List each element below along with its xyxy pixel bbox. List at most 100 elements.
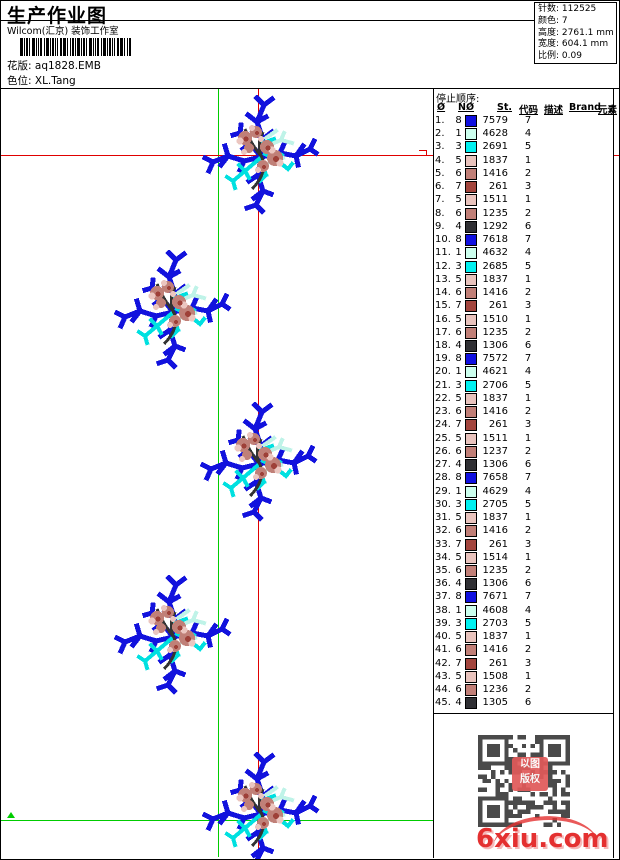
thread-color-swatch: [465, 644, 477, 657]
row-stitches: 1306: [482, 578, 508, 590]
row-stitches: 7658: [482, 472, 508, 484]
thread-color-swatch: [465, 260, 477, 273]
row-needle: 8: [455, 591, 462, 603]
row-stitches: 4628: [482, 128, 508, 140]
colorway-value: XL.Tang: [34, 75, 76, 87]
row-stitches: 2703: [482, 617, 508, 629]
thread-color-swatch: [465, 392, 477, 405]
stitch-count-row: 针数: 112525: [538, 4, 597, 14]
row-code: 1: [524, 512, 532, 524]
table-row: 30. 3 2705 5: [433, 498, 613, 512]
row-stitches: 1235: [482, 564, 508, 576]
row-stitches: 1837: [482, 631, 508, 643]
row-code: 4: [524, 247, 532, 259]
thread-color-swatch: [465, 326, 477, 339]
row-seq: 22.: [435, 392, 451, 404]
row-stitches: 1236: [482, 684, 508, 696]
table-row: 24. 7 261 3: [433, 419, 613, 432]
row-stitches: 1514: [482, 551, 508, 563]
row-code: 2: [524, 287, 532, 299]
row-stitches: 7618: [482, 234, 508, 246]
row-needle: 5: [455, 551, 462, 563]
flower-motif-5: [200, 752, 320, 860]
row-needle: 3: [455, 617, 462, 629]
row-seq: 39.: [435, 617, 451, 629]
thread-color-swatch: [465, 128, 477, 141]
row-seq: 26.: [435, 445, 451, 457]
col-header-needle: NØ: [458, 102, 475, 113]
table-row: 34. 5 1514 1: [433, 551, 613, 565]
row-seq: 4.: [435, 154, 445, 166]
thread-color-swatch: [465, 234, 477, 247]
colorway-line: 色位: XL.Tang: [7, 73, 76, 88]
row-needle: 7: [455, 300, 462, 312]
thread-color-swatch: [465, 604, 477, 617]
row-seq: 10.: [435, 234, 451, 246]
row-seq: 11.: [435, 247, 451, 259]
row-seq: 12.: [435, 260, 451, 272]
row-stitches: 1416: [482, 525, 508, 537]
row-code: 6: [524, 578, 532, 590]
row-stitches: 1306: [482, 459, 508, 471]
table-row: 32. 6 1416 2: [433, 525, 613, 538]
row-seq: 36.: [435, 578, 451, 590]
table-row: 10. 8 7618 7: [433, 234, 613, 247]
title-underline: [1, 20, 534, 21]
row-needle: 1: [455, 366, 462, 378]
barcode: [20, 38, 134, 56]
row-stitches: 2685: [482, 260, 508, 272]
row-stitches: 1237: [482, 445, 508, 457]
row-needle: 6: [455, 445, 462, 457]
thread-color-swatch: [465, 154, 477, 167]
thread-color-swatch: [465, 366, 477, 379]
thread-color-swatch: [465, 697, 477, 710]
thread-color-swatch: [465, 313, 477, 326]
table-row: 13. 5 1837 1: [433, 273, 613, 287]
thread-color-swatch: [465, 472, 477, 485]
row-needle: 3: [455, 141, 462, 153]
row-needle: 4: [455, 220, 462, 232]
table-row: 2. 1 4628 4: [433, 128, 613, 141]
table-row: 16. 5 1510 1: [433, 313, 613, 327]
thread-color-swatch: [465, 247, 477, 260]
row-needle: 6: [455, 406, 462, 418]
row-code: 6: [524, 339, 532, 351]
col-header-desc: 描述: [544, 105, 564, 116]
table-row: 36. 4 1306 6: [433, 578, 613, 591]
row-seq: 40.: [435, 631, 451, 643]
row-code: 3: [524, 538, 532, 550]
production-sheet-page: 生产作业图 Wilcom(汇京) 装饰工作室 花版: aq1828.EMB 色位…: [0, 0, 620, 860]
thread-color-swatch: [465, 379, 477, 392]
table-row: 39. 3 2703 5: [433, 617, 613, 631]
row-stitches: 1235: [482, 326, 508, 338]
thread-color-swatch: [465, 220, 477, 233]
row-stitches: 1416: [482, 167, 508, 179]
width-row: 宽度: 604.1 mm: [538, 39, 609, 50]
row-code: 4: [524, 128, 532, 140]
row-seq: 19.: [435, 353, 451, 365]
thread-color-swatch: [465, 564, 477, 577]
col-header-seq: Ø: [437, 102, 446, 113]
flower-motif-1: [200, 95, 320, 215]
flower-motif-2: [112, 250, 232, 370]
thread-color-swatch: [465, 419, 477, 432]
row-stitches: 7579: [482, 115, 508, 126]
row-code: 5: [524, 379, 532, 391]
thread-color-swatch: [465, 353, 477, 366]
row-stitches: 4608: [482, 604, 508, 616]
row-needle: 1: [455, 604, 462, 616]
row-code: 4: [524, 366, 532, 378]
row-needle: 6: [455, 207, 462, 219]
row-needle: 1: [455, 247, 462, 259]
height-row: 高度: 2761.1 mm: [538, 27, 614, 38]
row-stitches: 1416: [482, 406, 508, 418]
table-row: 11. 1 4632 4: [433, 247, 613, 260]
row-needle: 6: [455, 287, 462, 299]
row-stitches: 1508: [482, 670, 508, 682]
row-code: 1: [524, 273, 532, 285]
table-row: 8. 6 1235 2: [433, 207, 613, 221]
row-stitches: 261: [488, 181, 508, 193]
row-code: 7: [524, 353, 532, 365]
pattern-label: 花版:: [7, 60, 32, 72]
row-seq: 2.: [435, 128, 445, 140]
